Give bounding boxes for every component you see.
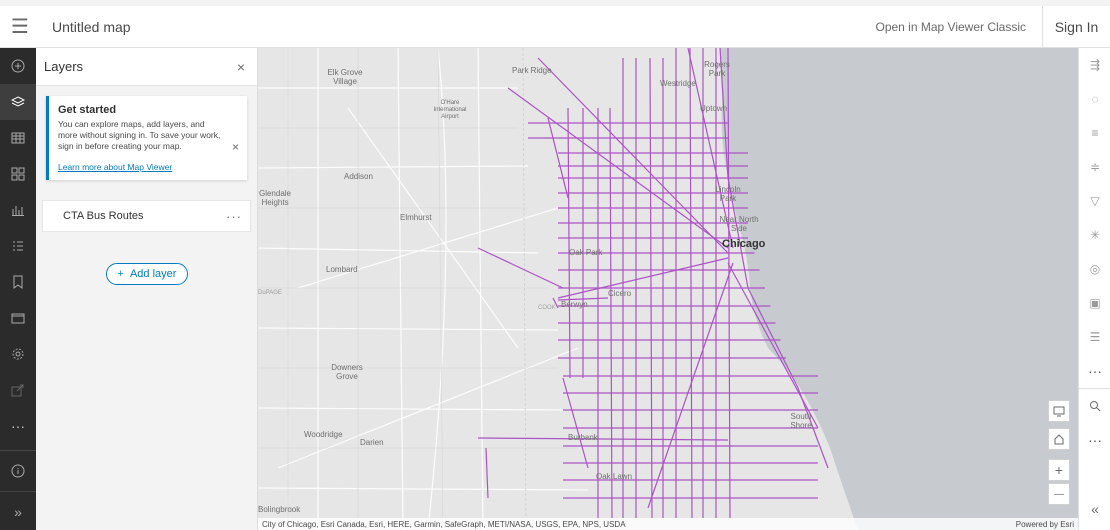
share-icon[interactable] [0,372,36,408]
learn-more-link[interactable]: Learn more about Map Viewer [58,162,221,172]
place-label: Westridge [660,79,696,88]
zoom-in-button[interactable]: + [1048,459,1070,481]
right-bar-bottom: « [1079,492,1110,526]
place-label: Lombard [326,265,358,274]
left-bar-bottom: » [0,448,36,530]
properties-icon[interactable]: ⇶ [1079,48,1110,82]
place-label: Uptown [700,104,728,113]
place-label: O'Hare International Airport [433,100,467,120]
place-label: Downers Grove [331,363,363,381]
place-label: South Shore [790,412,812,430]
place-label: Elmhurst [400,213,432,222]
add-icon[interactable] [0,48,36,84]
notice-body: You can explore maps, add layers, and mo… [58,119,221,151]
map-title[interactable]: Untitled map [52,19,131,35]
notice-close-icon[interactable]: × [232,140,239,154]
bus-route [507,87,729,249]
basemap-icon[interactable] [0,156,36,192]
attribution-text: City of Chicago, Esri Canada, Esri, HERE… [262,519,626,529]
notice-title: Get started [58,104,117,116]
bus-route [562,377,589,469]
more-icon[interactable]: ··· [1079,354,1110,388]
place-label: Lincoln Park [715,185,741,203]
basemap [258,48,1078,530]
left-bar-divider [0,450,36,451]
labels-icon[interactable]: ☰ [1079,320,1110,354]
place-label: Burbank [568,433,598,442]
place-label: Near North Side [719,215,759,233]
bus-route [689,48,693,519]
info-icon[interactable] [0,453,36,489]
place-label: Glendale Heights [258,189,292,207]
settings-icon[interactable] [0,336,36,372]
map-properties-icon[interactable] [0,300,36,336]
bus-route [567,107,571,379]
place-label: Addison [344,172,373,181]
more-tools-icon[interactable]: ··· [1079,423,1110,457]
search-icon[interactable] [1079,389,1110,423]
layer-name: CTA Bus Routes [63,210,144,222]
layer-options-icon[interactable]: ··· [226,209,242,224]
home-icon[interactable] [1048,428,1070,450]
place-label: Park Ridge [512,66,552,75]
place-label: Bolingbrook [258,505,301,514]
plus-icon: + [117,268,124,280]
place-label: Oak Park [569,248,603,257]
legend-icon[interactable] [0,228,36,264]
place-label: Oak Lawn [596,472,633,481]
close-icon[interactable]: × [233,59,249,75]
fields-icon[interactable]: ▣ [1079,286,1110,320]
bus-route [477,437,729,441]
menu-icon[interactable]: ☰ [0,6,40,47]
left-bar-divider [0,491,36,492]
collapse-icon[interactable]: « [1079,492,1110,526]
bus-route [485,447,489,499]
table-icon[interactable] [0,120,36,156]
place-label: Darien [360,438,384,447]
layer-item[interactable]: CTA Bus Routes ··· [42,200,251,232]
pop-ups-icon[interactable]: ◎ [1079,252,1110,286]
bus-route [609,107,613,519]
effects-icon[interactable]: ≑ [1079,150,1110,184]
add-layer-button[interactable]: + Add layer [106,263,188,285]
clustering-icon[interactable]: ✳ [1079,218,1110,252]
layers-panel: Layers × Get started You can explore map… [36,48,258,530]
filter-icon[interactable]: ▽ [1079,184,1110,218]
filter-fx-icon[interactable]: ≡ [1079,116,1110,150]
map-view[interactable]: Elk Grove Village Park Ridge Rogers Park… [258,48,1078,530]
expand-icon[interactable]: » [0,494,36,530]
panel-title: Layers [44,59,84,74]
more-icon[interactable]: ··· [0,408,36,444]
powered-by-link[interactable]: Powered by Esri [1016,520,1074,529]
layers-icon[interactable] [0,84,36,120]
charts-icon[interactable] [0,192,36,228]
left-action-bar: ··· » [0,48,36,530]
place-label: Rogers Park [704,60,730,78]
map-attribution: City of Chicago, Esri Canada, Esri, HERE… [258,518,1078,530]
place-label: Elk Grove Village [327,68,363,86]
city-label: Chicago [722,238,766,250]
place-label: COOK [538,305,556,311]
right-action-bar: ⇶ ◌ ≡ ≑ ▽ ✳ ◎ ▣ ☰ ··· ··· « [1078,48,1110,530]
place-label: Cicero [608,289,632,298]
get-started-notice: Get started You can explore maps, add la… [46,96,247,180]
add-layer-label: Add layer [129,268,177,280]
screen-icon[interactable] [1048,400,1070,422]
zoom-out-button[interactable]: — [1048,483,1070,505]
bookmark-icon[interactable] [0,264,36,300]
open-classic-link[interactable]: Open in Map Viewer Classic [875,20,1026,34]
panel-header: Layers × [36,48,257,86]
app-header: ☰ Untitled map Open in Map Viewer Classi… [0,0,1110,48]
place-label: DuPAGE [258,290,282,296]
bus-route [477,247,564,289]
styles-icon[interactable]: ◌ [1079,82,1110,116]
place-label: Woodridge [304,430,343,439]
place-label: Berwyn [561,300,588,309]
bus-route [537,57,729,254]
sign-in-button[interactable]: Sign In [1042,6,1110,47]
